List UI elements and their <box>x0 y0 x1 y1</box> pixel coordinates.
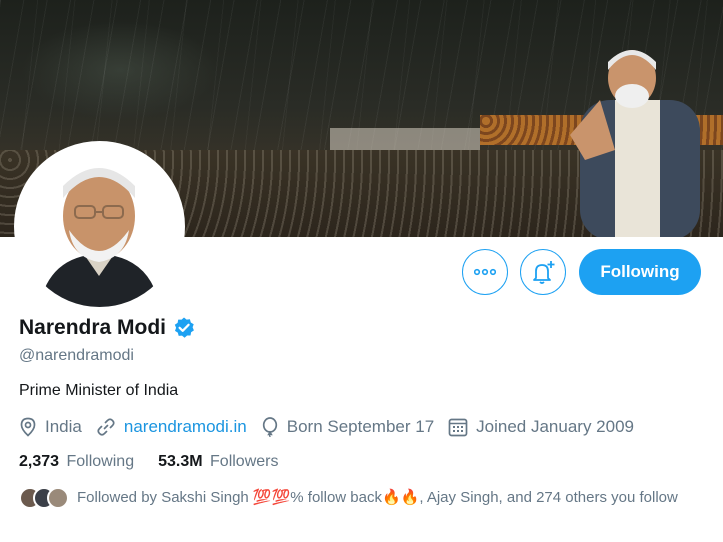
followed-by-text: Followed by Sakshi Singh 💯💯% follow back… <box>77 489 678 506</box>
mini-avatar <box>47 487 69 509</box>
profile-name-row: Narendra Modi <box>19 316 196 340</box>
notification-bell-plus-icon <box>533 261 555 284</box>
profile-avatar[interactable] <box>14 141 185 312</box>
notifications-button[interactable] <box>520 249 566 295</box>
followed-by-row[interactable]: Followed by Sakshi Singh 💯💯% follow back… <box>19 487 699 510</box>
calendar-icon <box>448 418 468 437</box>
avatar-portrait <box>19 146 180 307</box>
profile-meta: India narendramodi.in Born September 17 … <box>19 417 648 437</box>
followers-stat[interactable]: 53.3M Followers <box>158 453 278 471</box>
following-stat[interactable]: 2,373 Following <box>19 453 134 471</box>
location-item: India <box>19 417 82 437</box>
link-icon <box>97 418 115 436</box>
joined-item: Joined January 2009 <box>448 417 634 437</box>
location-pin-icon <box>20 417 36 437</box>
following-label: Following <box>66 453 135 470</box>
website-item[interactable]: narendramodi.in <box>96 417 247 437</box>
followed-by-avatars <box>19 487 71 509</box>
joined-text: Joined January 2009 <box>476 417 634 436</box>
followers-label: Followers <box>210 453 279 470</box>
profile-bio: Prime Minister of India <box>19 382 179 399</box>
more-options-button[interactable] <box>462 249 508 295</box>
verified-badge-icon <box>174 317 194 338</box>
birthday-item: Born September 17 <box>261 417 434 437</box>
birthday-text: Born September 17 <box>286 417 435 436</box>
following-count: 2,373 <box>19 453 60 470</box>
followers-count: 53.3M <box>158 453 203 470</box>
location-text: India <box>45 417 82 436</box>
following-button[interactable]: Following <box>579 249 701 295</box>
profile-handle: @narendramodi <box>19 347 134 364</box>
website-link[interactable]: narendramodi.in <box>124 417 247 437</box>
more-icon <box>474 268 496 276</box>
balloon-icon <box>262 417 277 437</box>
profile-stats: 2,373 Following 53.3M Followers <box>19 453 302 471</box>
banner-person-figure <box>570 50 700 237</box>
profile-name: Narendra Modi <box>19 316 167 339</box>
